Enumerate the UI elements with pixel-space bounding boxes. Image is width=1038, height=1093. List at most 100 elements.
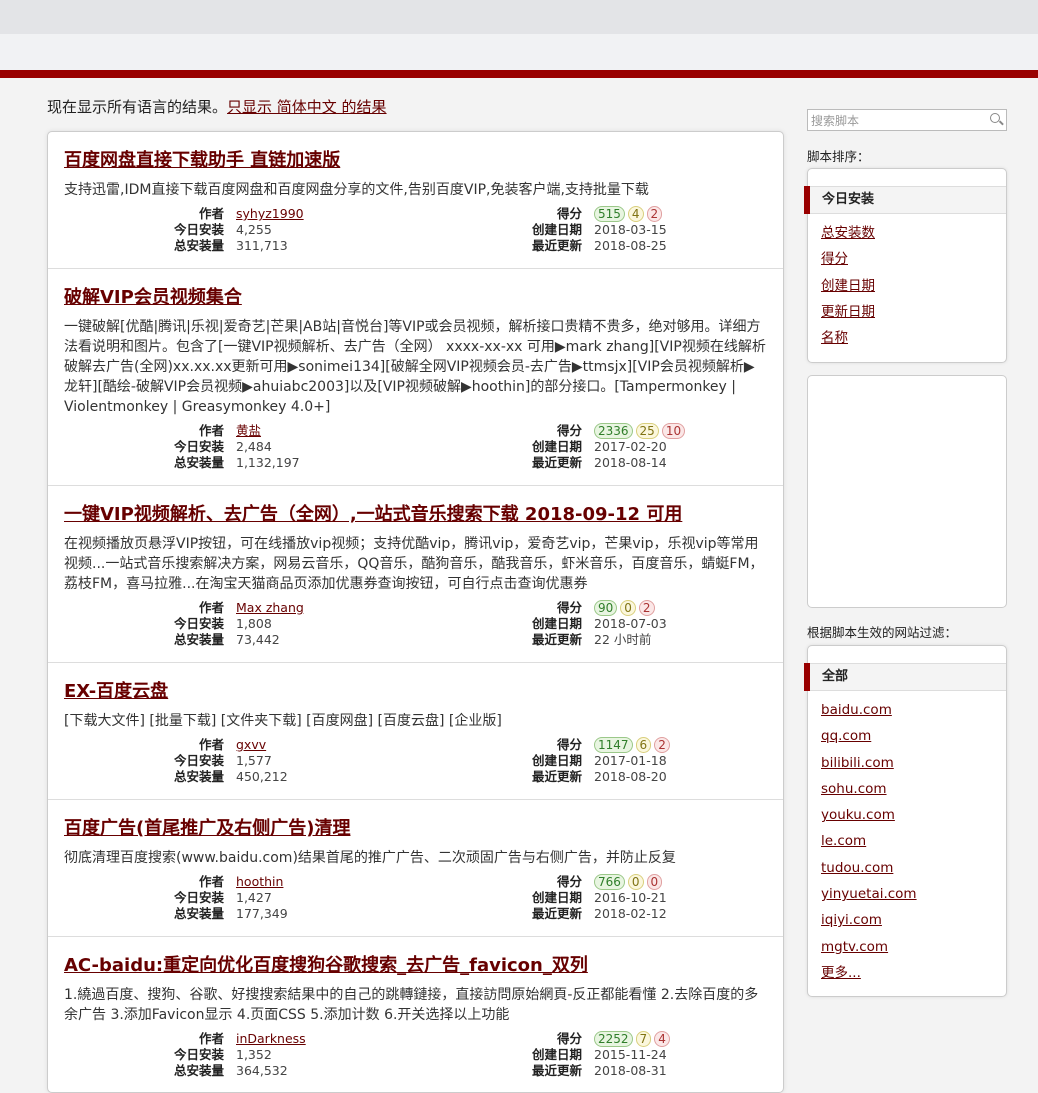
total-installs-value: 177,349 [236, 906, 288, 921]
total-installs-value: 73,442 [236, 632, 280, 647]
good-ratings-badge: 2336 [594, 423, 633, 439]
script-description: 在视频播放页悬浮VIP按钮，可在线播放vip视频；支持优酷vip，腾讯vip，爱… [64, 536, 764, 592]
site-filter-link[interactable]: baidu.com [821, 702, 892, 718]
ok-ratings-badge: 0 [627, 874, 644, 890]
author-label: 作者 [198, 874, 224, 889]
updated-date-label: 最近更新 [531, 1063, 582, 1078]
author-link[interactable]: Max zhang [236, 600, 304, 615]
score-label: 得分 [556, 206, 582, 221]
author-label: 作者 [198, 423, 224, 438]
total-installs-label: 总安装量 [173, 906, 224, 921]
total-installs-value: 311,713 [236, 238, 288, 253]
updated-date-value: 2018-08-20 [594, 769, 667, 784]
script-description: 一键破解[优酷|腾讯|乐视|爱奇艺|芒果|AB站|音悦台]等VIP或会员视频，解… [64, 319, 766, 415]
site-filter-link[interactable]: iqiyi.com [821, 912, 882, 928]
created-date-label: 创建日期 [531, 616, 582, 631]
author-label: 作者 [198, 1031, 224, 1046]
script-stats: 作者 syhyz1990 今日安装 4,255 总安装量 311,713 得分 515 4… [64, 206, 767, 256]
author-link[interactable]: inDarkness [236, 1031, 306, 1046]
script-title-link[interactable]: 破解VIP会员视频集合 [64, 287, 242, 308]
ok-ratings-badge: 4 [627, 206, 644, 222]
daily-installs-value: 1,352 [236, 1047, 272, 1062]
script-description: 1.繞過百度、搜狗、谷歌、好搜搜索結果中的自己的跳轉鏈接，直接訪問原始網頁-反正… [64, 987, 759, 1023]
author-link[interactable]: gxvv [236, 737, 266, 752]
search-placeholder: 搜索脚本 [811, 114, 860, 128]
author-link[interactable]: hoothin [236, 874, 283, 889]
updated-date-value: 2018-08-31 [594, 1063, 667, 1078]
ok-ratings-badge: 25 [635, 423, 659, 439]
script-title-link[interactable]: EX-百度云盘 [64, 681, 168, 702]
bad-ratings-badge: 4 [654, 1031, 670, 1047]
site-filter-link[interactable]: le.com [821, 833, 866, 849]
script-description: [下载大文件] [批量下载] [文件夹下载] [百度网盘] [百度云盘] [企业… [64, 713, 502, 729]
site-filter-link[interactable]: youku.com [821, 807, 895, 823]
site-filter-link[interactable]: mgtv.com [821, 939, 888, 955]
site-filter-link[interactable]: bilibili.com [821, 755, 894, 771]
ok-ratings-badge: 7 [635, 1031, 652, 1047]
script-stats: 作者 hoothin 今日安装 1,427 总安装量 177,349 得分 766 0 0 … [64, 874, 767, 924]
sort-option[interactable]: 创建日期 [821, 278, 875, 294]
site-filter-link[interactable]: sohu.com [821, 781, 887, 797]
script-title-link[interactable]: 百度广告(首尾推广及右侧广告)清理 [64, 818, 350, 839]
script-search-input[interactable]: 搜索脚本 [807, 109, 1007, 131]
script-title: EX-百度云盘 [64, 677, 767, 703]
script-title: 破解VIP会员视频集合 [64, 283, 767, 309]
script-title-link[interactable]: AC-baidu:重定向优化百度搜狗谷歌搜索_去广告_favicon_双列 [64, 955, 588, 976]
score-label: 得分 [556, 874, 582, 889]
daily-installs-value: 1,808 [236, 616, 272, 631]
good-ratings-badge: 1147 [594, 737, 633, 753]
score-label: 得分 [556, 737, 582, 752]
created-date-value: 2018-03-15 [594, 222, 667, 237]
total-installs-value: 1,132,197 [236, 455, 300, 470]
created-date-value: 2018-07-03 [594, 616, 667, 631]
daily-installs-value: 4,255 [236, 222, 272, 237]
author-link[interactable]: syhyz1990 [236, 206, 304, 221]
script-stats: 作者 gxvv 今日安装 1,577 总安装量 450,212 得分 1147 6 2 创建… [64, 737, 767, 787]
total-installs-label: 总安装量 [173, 1063, 224, 1078]
site-filter-link[interactable]: qq.com [821, 728, 871, 744]
author-link[interactable]: 黄盐 [236, 423, 261, 438]
script-item: 百度网盘直接下载助手 直链加速版 支持迅雷,IDM直接下载百度网盘和百度网盘分享… [48, 132, 783, 269]
daily-installs-label: 今日安装 [173, 890, 224, 905]
updated-date-value: 22 小时前 [594, 632, 652, 647]
search-icon[interactable] [990, 113, 1000, 123]
bad-ratings-badge: 0 [646, 874, 663, 890]
more-sites-link[interactable]: 更多... [821, 965, 861, 981]
good-ratings-badge: 515 [594, 206, 625, 222]
sort-options-box: 今日安装 总安装数 得分 创建日期 更新日期 名称 [804, 168, 1007, 363]
sort-option-list: 总安装数 得分 创建日期 更新日期 名称 [808, 220, 1006, 351]
script-title-link[interactable]: 一键VIP视频解析、去广告（全网）,一站式音乐搜索下载 2018-09-12 可… [64, 504, 682, 525]
script-item: 破解VIP会员视频集合 一键破解[优酷|腾讯|乐视|爱奇艺|芒果|AB站|音悦台… [48, 269, 783, 486]
site-filter-link[interactable]: tudou.com [821, 860, 893, 876]
site-filter-box: 全部 baidu.com qq.com bilibili.com sohu.co… [804, 645, 1007, 997]
script-description: 彻底清理百度搜索(www.baidu.com)结果首尾的推广广告、二次顽固广告与… [64, 850, 676, 866]
created-date-value: 2016-10-21 [594, 890, 667, 905]
total-installs-label: 总安装量 [173, 632, 224, 647]
created-date-value: 2017-01-18 [594, 753, 667, 768]
browser-toolbar [0, 0, 1038, 34]
good-ratings-badge: 2252 [594, 1031, 633, 1047]
script-title: AC-baidu:重定向优化百度搜狗谷歌搜索_去广告_favicon_双列 [64, 951, 767, 977]
score-label: 得分 [556, 423, 582, 438]
script-stats: 作者 inDarkness 今日安装 1,352 总安装量 364,532 得分 225… [64, 1031, 767, 1081]
script-title-link[interactable]: 百度网盘直接下载助手 直链加速版 [64, 150, 340, 171]
author-label: 作者 [198, 737, 224, 752]
sort-option[interactable]: 名称 [821, 330, 848, 346]
daily-installs-label: 今日安装 [173, 439, 224, 454]
author-label: 作者 [198, 600, 224, 615]
daily-installs-value: 1,577 [236, 753, 272, 768]
script-title: 一键VIP视频解析、去广告（全网）,一站式音乐搜索下载 2018-09-12 可… [64, 500, 767, 526]
script-stats: 作者 黄盐 今日安装 2,484 总安装量 1,132,197 得分 2336 25 10 … [64, 423, 767, 473]
created-date-value: 2015-11-24 [594, 1047, 667, 1062]
site-filter-link[interactable]: yinyuetai.com [821, 886, 917, 902]
sort-option[interactable]: 总安装数 [821, 225, 875, 241]
language-only-link[interactable]: 只显示 简体中文 的结果 [227, 98, 387, 116]
updated-date-label: 最近更新 [531, 455, 582, 470]
sort-option[interactable]: 得分 [821, 251, 848, 267]
total-installs-label: 总安装量 [173, 769, 224, 784]
total-installs-label: 总安装量 [173, 238, 224, 253]
total-installs-value: 450,212 [236, 769, 288, 784]
script-description: 支持迅雷,IDM直接下载百度网盘和百度网盘分享的文件,告别百度VIP,免装客户端… [64, 182, 649, 198]
sort-option[interactable]: 更新日期 [821, 304, 875, 320]
total-installs-value: 364,532 [236, 1063, 288, 1078]
